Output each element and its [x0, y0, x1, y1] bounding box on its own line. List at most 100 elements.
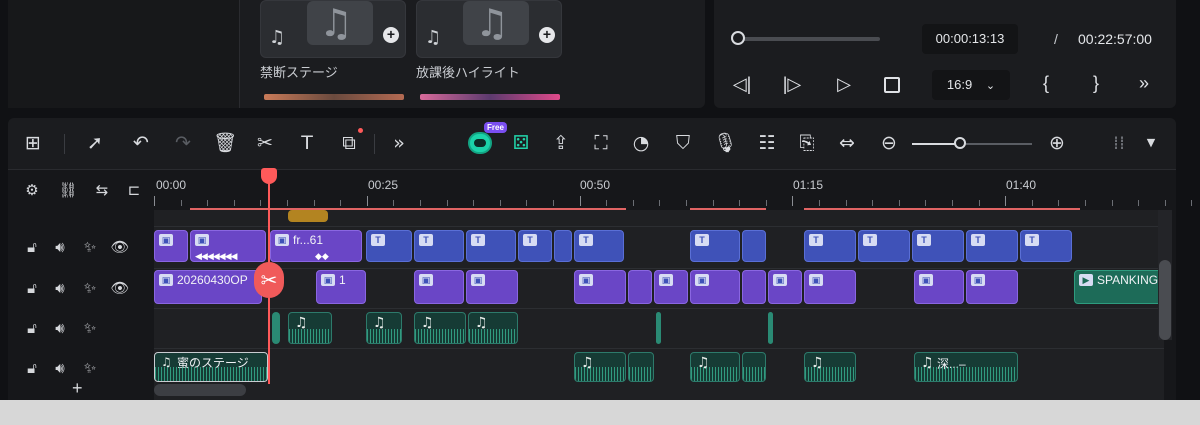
text-clip[interactable]: T [466, 230, 516, 262]
video-clip[interactable]: ▣ [914, 270, 964, 304]
audio-clip[interactable]: ♫ [804, 352, 856, 382]
text-clip[interactable]: T [366, 230, 412, 262]
playback-scrubber[interactable] [731, 31, 745, 45]
speaker-icon[interactable]: 🔊︎ [50, 358, 70, 378]
video-clip[interactable]: ▣ [690, 270, 740, 304]
add-track-button[interactable]: + [72, 378, 83, 399]
settings-gear-icon[interactable]: ⚙ [22, 180, 42, 200]
text-clip[interactable]: T [804, 230, 856, 262]
video-clip[interactable]: ▣ [414, 270, 464, 304]
effects-wand-icon[interactable]: ✨︎ [80, 237, 100, 257]
view-options-icon[interactable]: ⁞⁞ [1106, 130, 1132, 156]
audio-clip[interactable]: ♫ [468, 312, 518, 344]
text-clip[interactable]: T [912, 230, 964, 262]
audio-marker[interactable] [656, 312, 661, 344]
zoom-slider-thumb[interactable] [954, 137, 966, 149]
horizontal-scrollbar[interactable] [154, 384, 246, 396]
mark-out-icon[interactable]: } [1086, 73, 1106, 94]
eye-icon[interactable]: 👁︎ [110, 237, 130, 257]
video-clip[interactable]: ▣ [804, 270, 856, 304]
step-forward-icon[interactable]: |▷ [780, 74, 804, 95]
text-clip[interactable] [742, 230, 766, 262]
audio-clip[interactable]: ♫ [574, 352, 626, 382]
stop-icon[interactable] [884, 77, 900, 93]
mask-shield-icon[interactable]: ⛉ [670, 130, 696, 156]
shape-icon[interactable]: ⧉ [336, 130, 362, 156]
image-clip[interactable]: ▣ ◀◀◀◀◀◀◀ [190, 230, 266, 262]
chevron-down-icon[interactable]: ▼ [1138, 130, 1164, 156]
text-clip[interactable]: T [690, 230, 740, 262]
add-to-timeline-button[interactable]: + [539, 27, 555, 43]
text-clip[interactable]: T [414, 230, 464, 262]
effect-clip[interactable] [288, 210, 328, 222]
video-clip[interactable]: ▶ SPANKING [1074, 270, 1164, 304]
audio-clip[interactable]: ♫ [414, 312, 466, 344]
text-clip[interactable] [554, 230, 572, 262]
asset-thumbnail-strip[interactable] [420, 94, 560, 100]
zoom-slider-track[interactable] [912, 143, 1032, 145]
lock-icon[interactable]: 🔓︎ [22, 237, 42, 257]
audio-clip[interactable]: ♫ [690, 352, 740, 382]
split-scissors-icon[interactable]: ✂ [254, 262, 284, 298]
video-clip[interactable] [742, 270, 766, 304]
video-clip[interactable]: ▣ [574, 270, 626, 304]
image-edit-icon[interactable]: ⛶ [588, 130, 614, 156]
video-clip[interactable]: ▣ [654, 270, 688, 304]
vertical-scrollbar[interactable] [1159, 260, 1171, 340]
export-clip-icon[interactable]: ⇪ [548, 130, 574, 156]
add-to-timeline-button[interactable]: + [383, 27, 399, 43]
audio-clip[interactable] [628, 352, 654, 382]
speed-ramp-icon[interactable]: ◔ [628, 130, 654, 156]
effects-wand-icon[interactable]: ✨︎ [80, 318, 100, 338]
audio-clip[interactable]: ♫ 蜜のステージ [154, 352, 268, 382]
video-clip[interactable]: ▣ 1 [316, 270, 366, 304]
timeline-ruler[interactable]: 00:00 00:25 00:50 01:15 01:40 [154, 170, 1193, 211]
text-clip[interactable]: T [858, 230, 910, 262]
effects-wand-icon[interactable]: ✨︎ [80, 358, 100, 378]
audio-marker[interactable] [768, 312, 773, 344]
video-clip[interactable]: ▣ [966, 270, 1018, 304]
fit-to-width-icon[interactable]: ⇔ [834, 130, 860, 156]
lock-icon[interactable]: 🔓︎ [22, 278, 42, 298]
audio-clip[interactable] [742, 352, 766, 382]
mark-in-icon[interactable]: { [1036, 73, 1056, 94]
undo-icon[interactable]: ↶ [128, 130, 154, 156]
playhead-handle[interactable] [261, 168, 277, 184]
audio-clip[interactable]: ♫ [288, 312, 332, 344]
text-clip[interactable]: T [1020, 230, 1072, 262]
video-clip[interactable]: ▣ 20260430OP [154, 270, 262, 304]
audio-clip[interactable]: ♫ [366, 312, 402, 344]
track-layout-icon[interactable]: ⊏ [124, 180, 144, 200]
audio-asset-card[interactable]: ♫ ♫ + [416, 0, 562, 58]
select-pointer-icon[interactable]: ➚ [82, 130, 108, 156]
aspect-ratio-select[interactable]: 16:9 ⌄ [932, 70, 1010, 100]
zoom-out-icon[interactable]: ⊖ [876, 130, 902, 156]
speaker-icon[interactable]: 🔊︎ [50, 318, 70, 338]
layout-grid-icon[interactable]: ⊞ [20, 130, 46, 156]
lock-icon[interactable]: 🔓︎ [22, 358, 42, 378]
video-clip[interactable]: ▣ [768, 270, 802, 304]
microphone-icon[interactable]: 🎙︎ [712, 130, 738, 156]
text-clip[interactable]: T [966, 230, 1018, 262]
step-back-icon[interactable]: ◁| [730, 74, 754, 95]
eye-icon[interactable]: 👁︎ [110, 278, 130, 298]
effects-wand-icon[interactable]: ✨︎ [80, 278, 100, 298]
audio-asset-card[interactable]: ♫ ♫ + [260, 0, 406, 58]
ai-assistant-icon[interactable] [468, 132, 492, 154]
auto-reframe-icon[interactable]: ⎘ [794, 130, 820, 156]
speaker-icon[interactable]: 🔊︎ [50, 278, 70, 298]
image-clip[interactable]: ▣ [154, 230, 188, 262]
more-tools-icon[interactable]: » [386, 130, 412, 156]
title-clip[interactable]: ▣ fr...61 ◆◆ [270, 230, 362, 262]
ai-caption-icon[interactable]: ⚄ [508, 130, 534, 156]
more-controls-icon[interactable]: » [1132, 73, 1156, 94]
video-clip[interactable]: ▣ [466, 270, 518, 304]
playback-progress-track[interactable] [734, 37, 880, 41]
speaker-icon[interactable]: 🔊︎ [50, 237, 70, 257]
asset-thumbnail-strip[interactable] [264, 94, 404, 100]
redo-icon[interactable]: ↷ [170, 130, 196, 156]
scissors-icon[interactable]: ✂ [252, 130, 278, 156]
text-clip[interactable]: T [518, 230, 552, 262]
link-icon[interactable]: ⇆ [92, 180, 112, 200]
audio-mixer-icon[interactable]: ☷ [754, 130, 780, 156]
